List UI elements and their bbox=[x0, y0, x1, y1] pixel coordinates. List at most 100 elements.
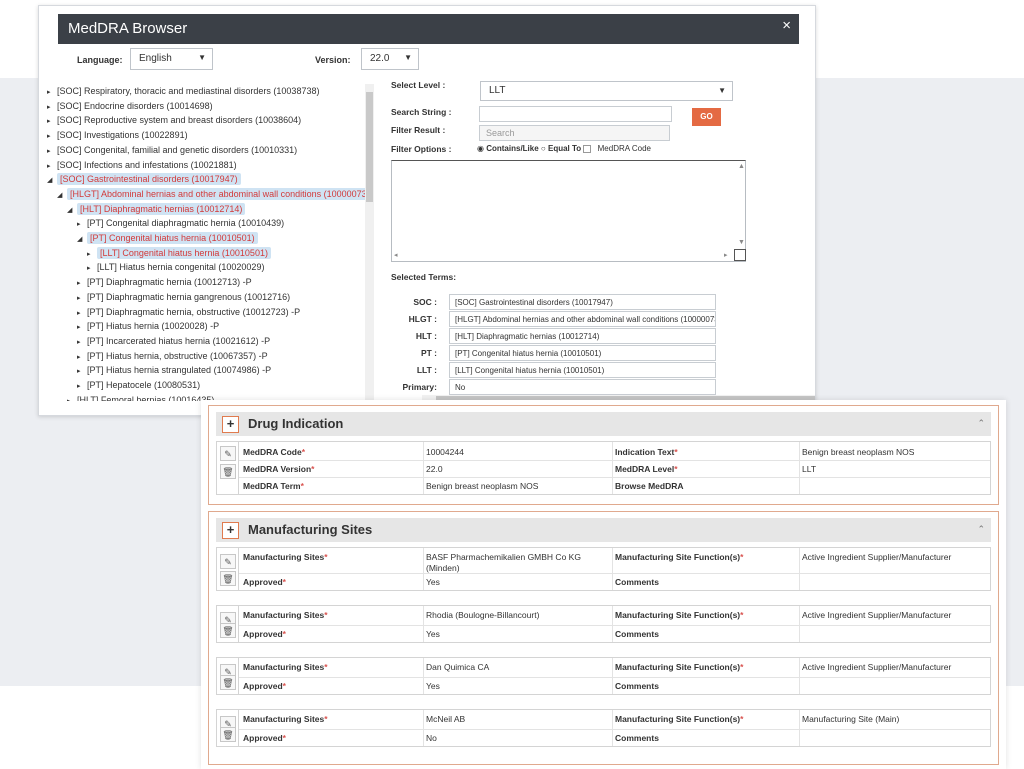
radio-contains[interactable]: ◉ bbox=[477, 144, 484, 153]
tree-node-label: [HLT] Femoral hernias (10016435) bbox=[77, 394, 215, 401]
delete-icon[interactable]: 🗑 bbox=[220, 727, 236, 742]
selected-term-field[interactable]: [HLT] Diaphragmatic hernias (10012714) bbox=[449, 328, 716, 344]
tree-node[interactable]: ▸ [SOC] Investigations (10022891) bbox=[47, 129, 188, 142]
tree-node[interactable]: ◢ [HLGT] Abdominal hernias and other abdo… bbox=[57, 187, 373, 202]
filter-result-input[interactable]: Search bbox=[479, 125, 670, 141]
expand-icon[interactable]: ▸ bbox=[87, 262, 97, 275]
field-label: Comments bbox=[615, 681, 659, 691]
expand-icon[interactable]: ▸ bbox=[77, 380, 87, 393]
field-label[interactable]: Browse MedDRA bbox=[615, 481, 683, 492]
expand-icon[interactable]: ▸ bbox=[77, 292, 87, 305]
edit-icon[interactable]: ✎ bbox=[220, 554, 236, 569]
tree-node[interactable]: ▸ [PT] Diaphragmatic hernia (10012713) -P bbox=[77, 276, 252, 289]
tree-node[interactable]: ▸ [LLT] Hiatus hernia congenital (1002002… bbox=[87, 261, 264, 274]
search-string-input[interactable] bbox=[479, 106, 672, 122]
delete-icon[interactable]: 🗑 bbox=[220, 675, 236, 690]
tree-node[interactable]: ▸ [PT] Incarcerated hiatus hernia (100216… bbox=[77, 335, 270, 348]
expand-icon[interactable]: ▸ bbox=[77, 351, 87, 364]
go-button[interactable]: GO bbox=[692, 108, 721, 126]
scroll-down-icon[interactable]: ▼ bbox=[738, 239, 745, 246]
add-drug-indication-button[interactable]: + bbox=[222, 416, 239, 433]
tree-node[interactable]: ▸ [PT] Hiatus hernia strangulated (100749… bbox=[77, 364, 271, 377]
tree-node[interactable]: ◢ [HLT] Diaphragmatic hernias (10012714) bbox=[67, 202, 246, 217]
expand-icon[interactable]: ▸ bbox=[47, 101, 57, 114]
selected-term-label: Primary: bbox=[402, 382, 438, 392]
collapse-icon[interactable]: ◢ bbox=[47, 174, 57, 187]
selected-term-field[interactable]: [HLGT] Abdominal hernias and other abdom… bbox=[449, 311, 716, 327]
tree-node[interactable]: ▸ [PT] Diaphragmatic hernia gangrenous (1… bbox=[77, 291, 290, 304]
tree-node[interactable]: ▸ [SOC] Congenital, familial and genetic … bbox=[47, 144, 297, 157]
checkbox-meddra-code[interactable] bbox=[583, 144, 592, 153]
scroll-right-icon[interactable]: ▸ bbox=[724, 251, 728, 259]
expand-icon[interactable]: ▸ bbox=[77, 307, 87, 320]
edit-icon[interactable]: ✎ bbox=[220, 446, 236, 461]
tree-node[interactable]: ▸ [SOC] Infections and infestations (1002… bbox=[47, 159, 237, 172]
tree-node[interactable]: ▸ [SOC] Endocrine disorders (10014698) bbox=[47, 100, 213, 113]
expand-icon[interactable]: ▸ bbox=[77, 321, 87, 334]
expand-icon[interactable]: ▸ bbox=[67, 395, 77, 401]
delete-icon[interactable]: 🗑 bbox=[220, 464, 236, 479]
tree-node[interactable]: ▸ [PT] Diaphragmatic hernia, obstructive … bbox=[77, 306, 300, 319]
field-value: Yes bbox=[426, 681, 440, 691]
tree-node[interactable]: ◢ [SOC] Gastrointestinal disorders (10017… bbox=[47, 173, 241, 186]
tree-node[interactable]: ▸ [PT] Hepatocele (10080531) bbox=[77, 379, 200, 392]
expand-icon[interactable]: ▸ bbox=[47, 145, 57, 158]
selected-term-field[interactable]: [SOC] Gastrointestinal disorders (100179… bbox=[449, 294, 716, 310]
column-divider bbox=[612, 606, 613, 642]
field-label: Manufacturing Site Function(s)* bbox=[615, 552, 744, 562]
collapse-icon[interactable]: ⌃ bbox=[977, 418, 985, 429]
scroll-left-icon[interactable]: ◂ bbox=[394, 251, 398, 259]
column-divider bbox=[799, 548, 800, 590]
close-icon[interactable]: × bbox=[782, 17, 791, 34]
expand-icon[interactable]: ▸ bbox=[77, 218, 87, 231]
column-divider bbox=[423, 606, 424, 642]
column-divider bbox=[799, 658, 800, 694]
language-select[interactable]: English ▼ bbox=[130, 48, 213, 70]
expand-icon[interactable]: ▸ bbox=[77, 277, 87, 290]
tree-node[interactable]: ▸ [PT] Hiatus hernia, obstructive (100673… bbox=[77, 350, 268, 363]
tree-scrollbar[interactable] bbox=[365, 84, 374, 404]
tree-node[interactable]: ◢ [PT] Congenital hiatus hernia (10010501… bbox=[77, 232, 258, 245]
expand-icon[interactable]: ▸ bbox=[47, 115, 57, 128]
column-divider bbox=[423, 442, 424, 494]
tree-node[interactable]: ▸ [PT] Congenital diaphragmatic hernia (1… bbox=[77, 217, 284, 230]
language-version-row: Language: English ▼ Version: 22.0 ▼ bbox=[39, 48, 815, 76]
tree-node[interactable]: ▸ [LLT] Congenital hiatus hernia (1001050… bbox=[87, 246, 271, 261]
expand-icon[interactable]: ▸ bbox=[47, 130, 57, 143]
field-value: Active Ingredient Supplier/Manufacturer bbox=[802, 610, 952, 620]
manufacturing-site-record: ✎ 🗑 Manufacturing Sites* McNeil AB Manufactu… bbox=[216, 709, 991, 747]
field-value: Dan Quimica CA bbox=[426, 662, 490, 672]
scroll-thumb[interactable] bbox=[366, 92, 373, 202]
selected-term-field[interactable]: [LLT] Congenital hiatus hernia (10010501… bbox=[449, 362, 716, 378]
radio-equal[interactable]: ○ bbox=[541, 144, 546, 153]
tree-node[interactable]: ▸ [PT] Hiatus hernia (10020028) -P bbox=[77, 320, 219, 333]
collapse-icon[interactable]: ◢ bbox=[67, 204, 77, 217]
field-label: MedDRA Code* bbox=[243, 447, 306, 457]
expand-icon[interactable]: ▸ bbox=[47, 86, 57, 99]
collapse-icon[interactable]: ◢ bbox=[57, 189, 67, 202]
search-panel: Select Level : LLT ▼ Search String : GO … bbox=[391, 78, 796, 408]
select-level-dropdown[interactable]: LLT ▼ bbox=[480, 81, 733, 101]
collapse-icon[interactable]: ⌃ bbox=[977, 524, 985, 535]
tree-node[interactable]: ▸ [SOC] Reproductive system and breast di… bbox=[47, 114, 301, 127]
add-manufacturing-site-button[interactable]: + bbox=[222, 522, 239, 539]
field-value: Yes bbox=[426, 629, 440, 639]
field-value: No bbox=[426, 733, 437, 743]
scroll-up-icon[interactable]: ▲ bbox=[738, 163, 745, 170]
selected-term-field[interactable]: No bbox=[449, 379, 716, 395]
field-label: Approved* bbox=[243, 577, 286, 587]
delete-icon[interactable]: 🗑 bbox=[220, 623, 236, 638]
expand-icon[interactable]: ▸ bbox=[87, 248, 97, 261]
selected-term-field[interactable]: [PT] Congenital hiatus hernia (10010501) bbox=[449, 345, 716, 361]
delete-icon[interactable]: 🗑 bbox=[220, 571, 236, 586]
tree-node[interactable]: ▸ [SOC] Respiratory, thoracic and mediast… bbox=[47, 85, 319, 98]
expand-icon[interactable]: ▸ bbox=[47, 160, 57, 173]
tree-node[interactable]: ▸[HLT] Femoral hernias (10016435) bbox=[67, 394, 214, 401]
expand-icon[interactable]: ▸ bbox=[77, 365, 87, 378]
contains-like-label: Contains/Like bbox=[486, 144, 539, 153]
version-select[interactable]: 22.0 ▼ bbox=[361, 48, 419, 70]
collapse-icon[interactable]: ◢ bbox=[77, 233, 87, 246]
expand-icon[interactable]: ▸ bbox=[77, 336, 87, 349]
column-divider bbox=[799, 606, 800, 642]
resize-handle[interactable] bbox=[734, 249, 746, 261]
